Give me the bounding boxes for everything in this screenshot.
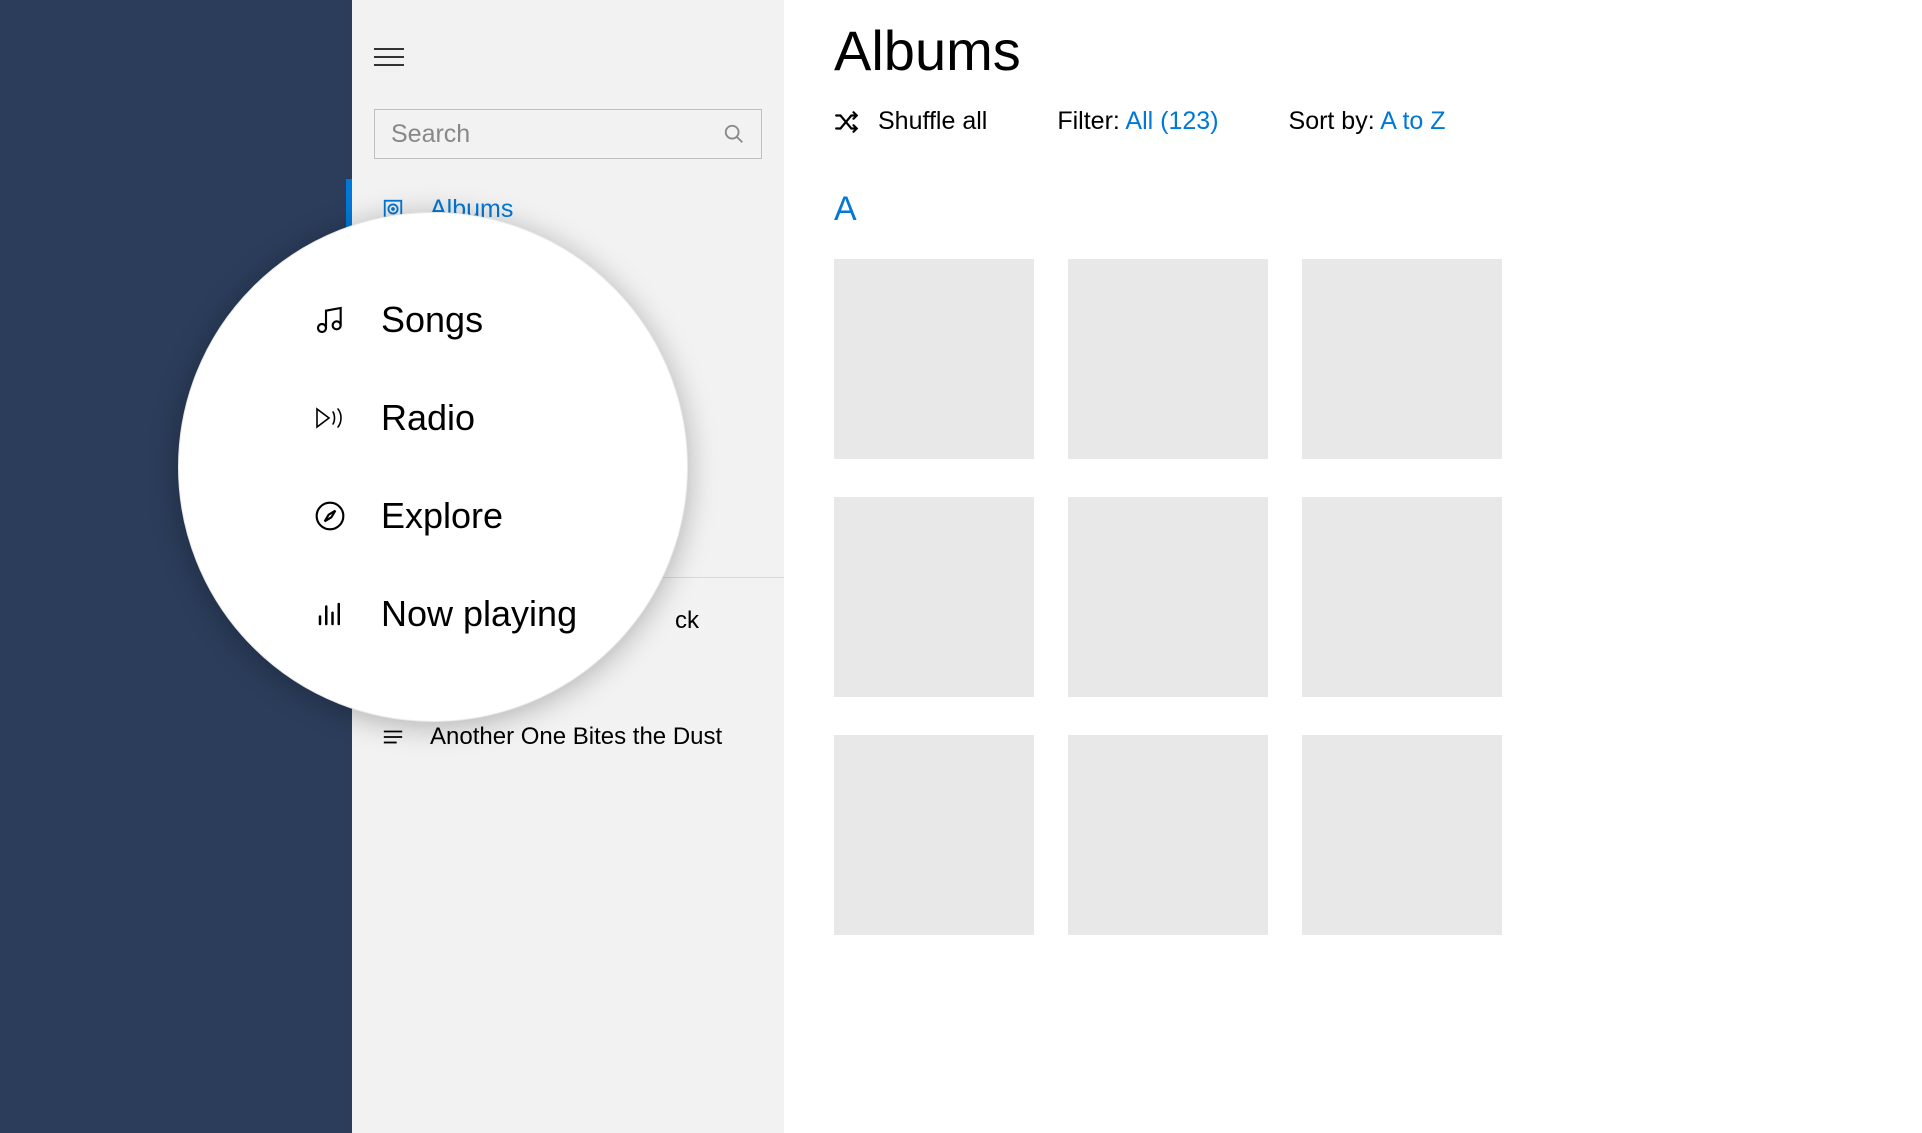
shuffle-label: Shuffle all bbox=[878, 107, 987, 136]
compass-icon bbox=[309, 500, 351, 532]
sort-value[interactable]: A to Z bbox=[1380, 107, 1445, 135]
toolbar: Shuffle all Filter: All (123) Sort by: A… bbox=[834, 107, 1922, 136]
equalizer-icon bbox=[309, 599, 351, 629]
filter-label: Filter: bbox=[1057, 107, 1120, 135]
magnifier-lens: Songs Radio Explore bbox=[178, 212, 688, 722]
search-icon bbox=[723, 123, 745, 145]
search-input[interactable]: Search bbox=[374, 109, 762, 159]
album-tile[interactable] bbox=[834, 497, 1034, 697]
lens-item-songs[interactable]: Songs bbox=[309, 299, 687, 341]
shuffle-icon bbox=[834, 111, 860, 133]
page-title: Albums bbox=[834, 18, 1922, 83]
album-tile[interactable] bbox=[834, 735, 1034, 935]
shuffle-all-button[interactable]: Shuffle all bbox=[834, 107, 987, 136]
alpha-section-header[interactable]: A bbox=[834, 190, 1922, 229]
hamburger-menu-button[interactable] bbox=[374, 35, 418, 79]
filter-value[interactable]: All (123) bbox=[1125, 107, 1218, 135]
radio-icon bbox=[309, 403, 351, 433]
main-content: Albums Shuffle all Filter: All (123) Sor… bbox=[784, 0, 1922, 1133]
playlist-icon bbox=[378, 728, 408, 746]
album-tile[interactable] bbox=[1068, 735, 1268, 935]
filter-control[interactable]: Filter: All (123) bbox=[1057, 107, 1218, 136]
lens-item-label: Now playing bbox=[381, 593, 577, 635]
lens-item-explore[interactable]: Explore bbox=[309, 495, 687, 537]
lens-item-radio[interactable]: Radio bbox=[309, 397, 687, 439]
album-tile[interactable] bbox=[1302, 259, 1502, 459]
album-tile[interactable] bbox=[834, 259, 1034, 459]
album-tile[interactable] bbox=[1068, 259, 1268, 459]
sort-control[interactable]: Sort by: A to Z bbox=[1289, 107, 1446, 136]
music-note-icon bbox=[309, 304, 351, 336]
search-placeholder: Search bbox=[391, 120, 723, 149]
lens-item-now-playing[interactable]: Now playing bbox=[309, 593, 687, 635]
album-tile[interactable] bbox=[1068, 497, 1268, 697]
lens-item-label: Explore bbox=[381, 495, 503, 537]
album-tile[interactable] bbox=[1302, 735, 1502, 935]
lens-item-label: Songs bbox=[381, 299, 483, 341]
lens-item-label: Radio bbox=[381, 397, 475, 439]
playlist-label: Another One Bites the Dust bbox=[430, 723, 722, 751]
sort-label: Sort by: bbox=[1289, 107, 1375, 135]
album-tile[interactable] bbox=[1302, 497, 1502, 697]
albums-grid bbox=[834, 259, 1922, 935]
